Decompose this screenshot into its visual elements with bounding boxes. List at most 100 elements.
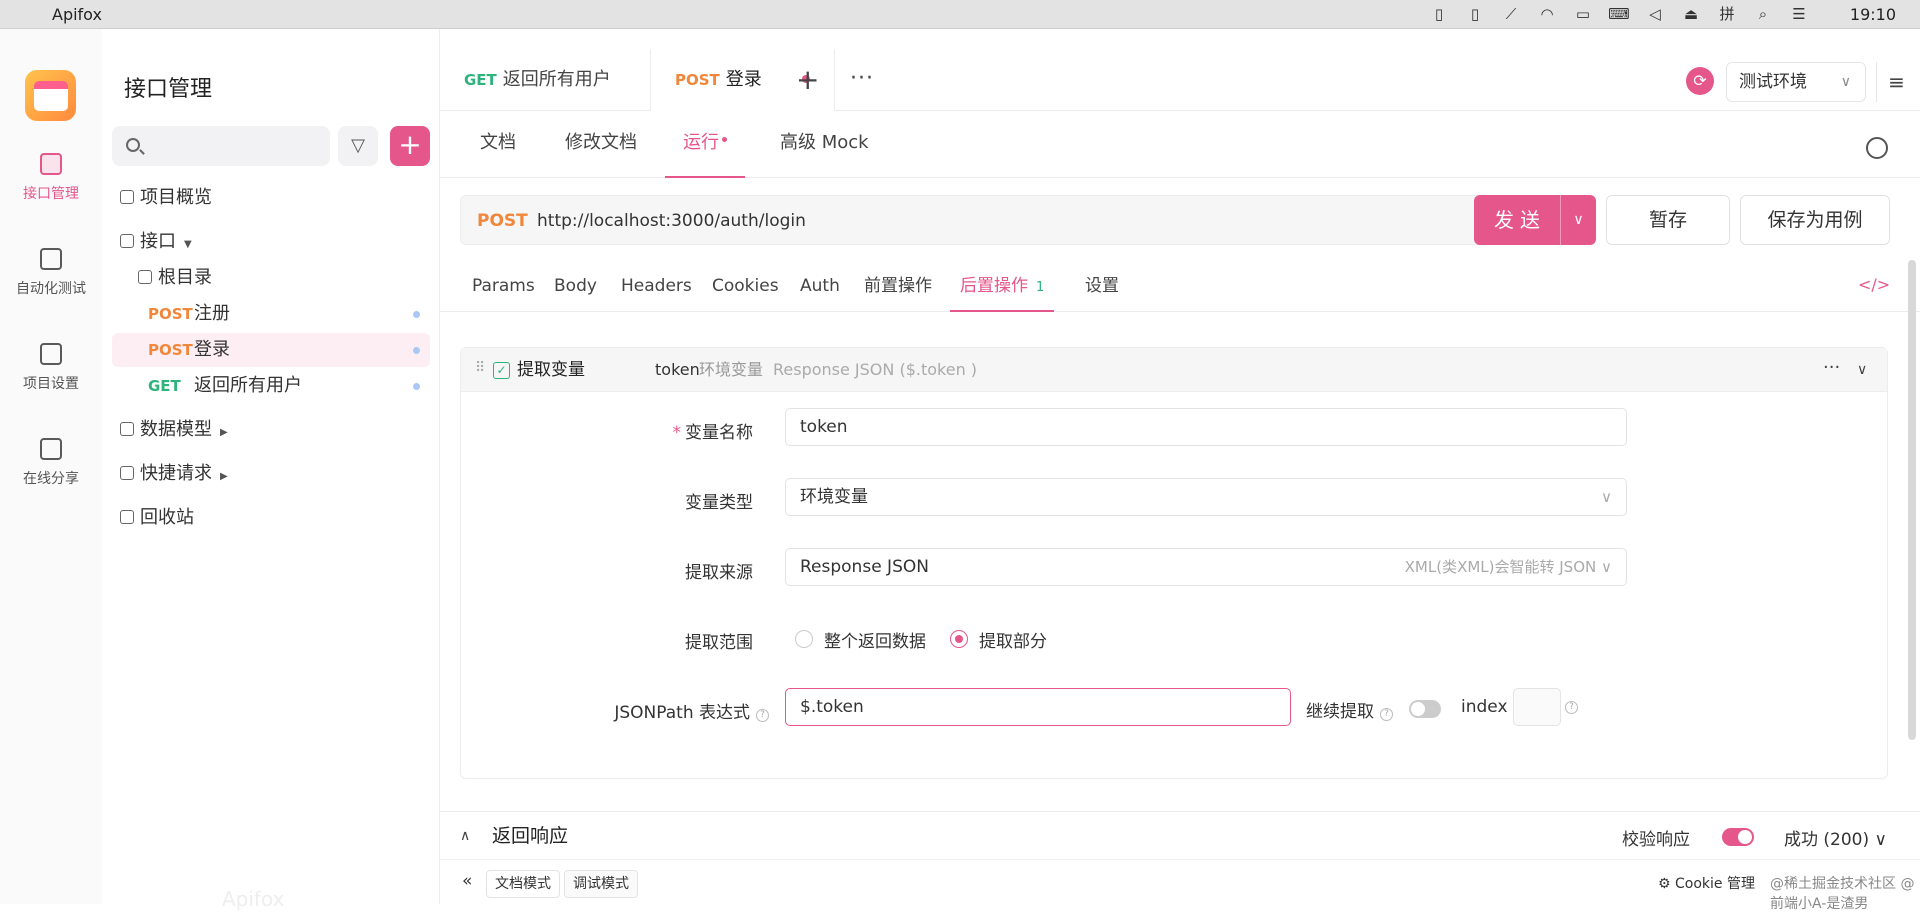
- more-icon[interactable]: ···: [1823, 348, 1840, 388]
- stack-icon: [40, 248, 62, 270]
- tab-pre-processors[interactable]: 前置操作: [864, 258, 932, 312]
- validate-label: 校验响应: [1622, 830, 1690, 850]
- tree-item-models[interactable]: 数据模型 ▶: [112, 413, 430, 447]
- doc-mode-button[interactable]: 文档模式: [486, 870, 560, 898]
- battery-icon[interactable]: ▯: [1428, 4, 1450, 24]
- collapse-sidebar-icon[interactable]: «: [462, 871, 472, 891]
- chevron-down-icon[interactable]: ∨: [1560, 195, 1596, 245]
- env-select[interactable]: 测试环境 ∨: [1726, 62, 1866, 102]
- summary-var: token: [655, 360, 700, 379]
- add-button[interactable]: +: [390, 126, 430, 166]
- menu-button[interactable]: ≡: [1876, 62, 1916, 102]
- tab-settings[interactable]: 设置: [1085, 258, 1119, 312]
- source-select[interactable]: Response JSON XML(类XML)会智能转 JSON ∨: [785, 548, 1627, 586]
- tab-edit-doc[interactable]: 修改文档: [565, 112, 637, 178]
- scope-option-label: 整个返回数据: [824, 632, 926, 652]
- url-bar[interactable]: POST http://localhost:3000/auth/login: [460, 195, 1500, 245]
- tree-label: 项目概览: [140, 187, 212, 208]
- clock[interactable]: 19:10: [1850, 5, 1896, 24]
- panel-header[interactable]: ⠿ ✓ 提取变量 token 环境变量 Response JSON ($.tok…: [461, 348, 1887, 392]
- rail-item-online-share[interactable]: 在线分享: [0, 438, 102, 488]
- method-badge: GET: [464, 71, 497, 89]
- history-icon[interactable]: [1866, 137, 1888, 159]
- display-icon[interactable]: ▭: [1572, 4, 1594, 24]
- scrollbar[interactable]: [1908, 260, 1916, 740]
- response-status[interactable]: 成功 (200) ∨: [1784, 825, 1887, 850]
- tree-item-quick-request[interactable]: 快捷请求 ▶: [112, 457, 430, 491]
- status-dot: [413, 311, 420, 318]
- tab-post-processors[interactable]: 后置操作 1: [950, 258, 1055, 312]
- main-area: GET 返回所有用户 POST 登录 + ··· ⟳ 测试环境 ∨ ≡ 文档 修改文档…: [440, 29, 1920, 912]
- eject-icon[interactable]: ⏏: [1680, 4, 1702, 24]
- drag-handle-icon[interactable]: ⠿: [475, 360, 485, 376]
- env-sync-icon[interactable]: ⟳: [1686, 67, 1714, 95]
- debug-mode-button[interactable]: 调试模式: [564, 870, 638, 898]
- phone-icon[interactable]: ▯: [1464, 4, 1486, 24]
- jsonpath-input[interactable]: $.token: [785, 688, 1291, 726]
- code-icon[interactable]: </>: [1858, 275, 1890, 294]
- new-tab-button[interactable]: +: [796, 49, 819, 111]
- control-center-icon[interactable]: ☰: [1788, 4, 1810, 24]
- method-badge: POST: [148, 341, 193, 359]
- tab-body[interactable]: Body: [554, 258, 597, 312]
- tab-label: 登录: [725, 69, 762, 90]
- api-sidebar: 接口管理 ▽ + 项目概览 接口 ▼ 根目录 POST注册 POST登录 GET 返…: [102, 29, 440, 911]
- var-type-select[interactable]: 环境变量 ∨: [785, 478, 1627, 516]
- filter-button[interactable]: ▽: [338, 126, 378, 166]
- caret-right-icon: ▶: [220, 427, 228, 438]
- search-input[interactable]: [112, 126, 330, 166]
- tree-label: 快捷请求: [140, 463, 212, 484]
- folder-icon: [138, 270, 152, 284]
- rail-item-project-settings[interactable]: 项目设置: [0, 343, 102, 393]
- cookie-manager[interactable]: ⚙ Cookie 管理: [1658, 873, 1755, 893]
- tab-run[interactable]: 运行: [665, 112, 745, 178]
- wifi-icon[interactable]: ◠: [1536, 4, 1558, 24]
- input-icon[interactable]: ⌨: [1608, 4, 1630, 24]
- tree-item-apis[interactable]: 接口 ▼: [112, 225, 430, 259]
- chevron-up-icon[interactable]: ∧: [460, 812, 470, 860]
- url-input[interactable]: http://localhost:3000/auth/login: [537, 196, 806, 246]
- tab-cookies[interactable]: Cookies: [712, 258, 779, 312]
- overview-icon: [120, 190, 134, 204]
- tree-item-root[interactable]: 根目录: [112, 261, 430, 295]
- tree-item-endpoint[interactable]: POST注册: [112, 297, 430, 331]
- panel-title: 提取变量: [517, 360, 585, 380]
- tree-item-endpoint-selected[interactable]: POST登录: [112, 333, 430, 367]
- scope-radio-all[interactable]: [795, 630, 813, 648]
- send-button[interactable]: 发送 ∨: [1474, 195, 1596, 245]
- tab-get-users[interactable]: GET 返回所有用户: [440, 49, 635, 111]
- continue-toggle[interactable]: [1409, 700, 1441, 718]
- enabled-checkbox[interactable]: ✓: [493, 362, 510, 379]
- rail-label: 项目设置: [23, 376, 79, 392]
- chevron-down-icon[interactable]: ∨: [1857, 348, 1867, 392]
- index-input[interactable]: [1513, 688, 1561, 726]
- tab-doc[interactable]: 文档: [480, 112, 516, 178]
- tab-auth[interactable]: Auth: [800, 258, 840, 312]
- tree-item-overview[interactable]: 项目概览: [112, 181, 430, 215]
- validate-toggle[interactable]: [1722, 828, 1754, 846]
- tree-item-trash[interactable]: 回收站: [112, 501, 430, 535]
- continue-label: 继续提取?: [1306, 697, 1393, 722]
- tab-advanced-mock[interactable]: 高级 Mock: [780, 112, 869, 178]
- rail-item-api-management[interactable]: 接口管理: [0, 153, 102, 203]
- var-name-input[interactable]: token: [785, 408, 1627, 446]
- help-icon[interactable]: ?: [1565, 701, 1578, 714]
- save-as-case-button[interactable]: 保存为用例: [1740, 195, 1890, 245]
- method-select[interactable]: POST: [477, 196, 528, 246]
- tab-params[interactable]: Params: [472, 258, 535, 312]
- tree-item-endpoint[interactable]: GET 返回所有用户: [112, 369, 430, 403]
- volume-icon[interactable]: ◁: [1644, 4, 1666, 24]
- rail-item-automation[interactable]: 自动化测试: [0, 248, 102, 298]
- summary-source: Response JSON ($.token ): [773, 360, 978, 379]
- pen-icon[interactable]: ⟋: [1500, 4, 1522, 24]
- scope-radio-part[interactable]: [950, 630, 968, 648]
- spotlight-icon[interactable]: ⌕: [1752, 4, 1774, 24]
- tab-headers[interactable]: Headers: [621, 258, 692, 312]
- trash-icon: [120, 510, 134, 524]
- response-bar[interactable]: ∧ 返回响应 校验响应 成功 (200) ∨: [440, 811, 1920, 859]
- endpoint-name: 注册: [194, 303, 230, 324]
- ime-icon[interactable]: 拼: [1716, 4, 1738, 24]
- more-tabs-button[interactable]: ···: [850, 49, 874, 109]
- app-name[interactable]: Apifox: [52, 5, 102, 24]
- save-button[interactable]: 暂存: [1606, 195, 1730, 245]
